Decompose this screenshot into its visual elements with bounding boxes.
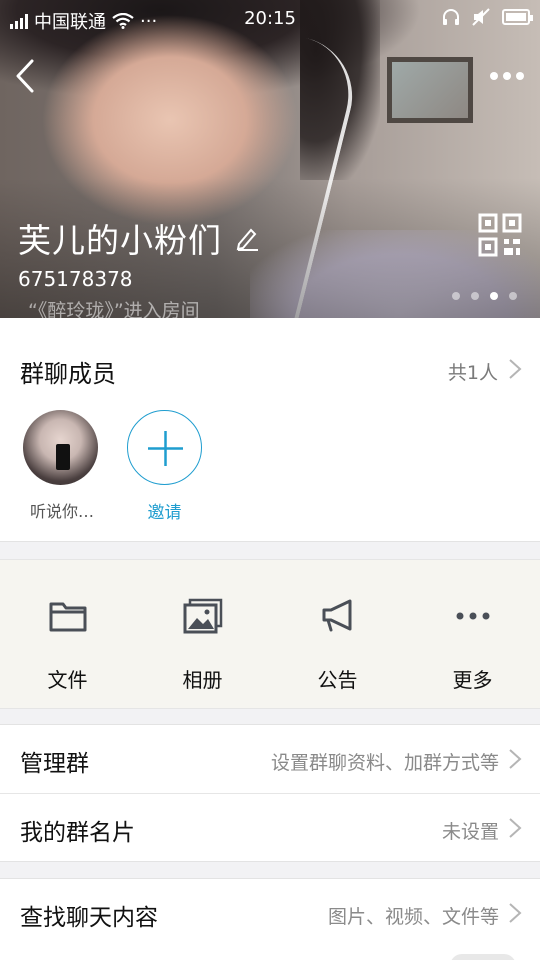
status-right bbox=[442, 8, 533, 26]
back-arrow-icon[interactable] bbox=[12, 58, 42, 94]
feature-label: 相册 bbox=[182, 668, 223, 692]
toggle-switch-partial[interactable] bbox=[450, 954, 516, 960]
chevron-right-icon bbox=[509, 749, 522, 769]
members-count[interactable]: 共1人 bbox=[448, 358, 498, 385]
row-title: 管理群 bbox=[20, 751, 89, 777]
carousel-dot-active bbox=[490, 292, 498, 300]
chevron-right-icon bbox=[509, 903, 522, 923]
invite-button[interactable] bbox=[127, 410, 202, 485]
photo-album-icon bbox=[183, 598, 223, 634]
qr-code-icon[interactable] bbox=[478, 213, 522, 257]
chevron-right-icon[interactable] bbox=[508, 358, 522, 380]
carousel-indicator bbox=[452, 292, 517, 300]
mute-icon bbox=[472, 8, 490, 26]
folder-icon bbox=[49, 602, 87, 632]
plus-icon bbox=[148, 431, 183, 466]
member-avatar[interactable] bbox=[23, 410, 98, 485]
feature-files[interactable]: 文件 bbox=[0, 560, 135, 710]
carousel-dot bbox=[471, 292, 479, 300]
feature-label: 公告 bbox=[317, 668, 358, 692]
invite-label[interactable]: 邀请 bbox=[127, 498, 202, 523]
carousel-dot bbox=[509, 292, 517, 300]
row-title: 我的群名片 bbox=[20, 820, 135, 846]
feature-grid: 文件 相册 公告 更多 bbox=[0, 559, 540, 709]
settings-group-search: 查找聊天内容 图片、视频、文件等 bbox=[0, 878, 540, 948]
manage-group-row[interactable]: 管理群 设置群聊资料、加群方式等 bbox=[0, 725, 540, 793]
chevron-right-icon bbox=[509, 818, 522, 838]
feature-label: 更多 bbox=[452, 668, 493, 692]
megaphone-icon bbox=[322, 599, 352, 632]
edit-pencil-icon[interactable] bbox=[234, 225, 260, 251]
feature-more[interactable]: 更多 bbox=[405, 560, 540, 710]
live-ticker-text: “《醉玲珑》”进入房间 bbox=[28, 300, 200, 318]
group-name: 芙儿的小粉们 bbox=[18, 221, 222, 260]
row-value: 未设置 bbox=[441, 821, 499, 843]
row-value: 设置群聊资料、加群方式等 bbox=[270, 752, 499, 774]
next-row-partial bbox=[0, 946, 540, 960]
more-options-icon[interactable] bbox=[490, 66, 526, 86]
row-title: 查找聊天内容 bbox=[20, 905, 158, 931]
status-bar: 中国联通 ··· 20:15 bbox=[0, 0, 540, 38]
more-dots-icon bbox=[456, 612, 490, 620]
settings-group-manage: 管理群 设置群聊资料、加群方式等 我的群名片 未设置 bbox=[0, 724, 540, 862]
battery-icon bbox=[502, 9, 533, 25]
avatar-phone bbox=[56, 444, 70, 470]
my-group-card-row[interactable]: 我的群名片 未设置 bbox=[0, 793, 540, 861]
carousel-dot bbox=[452, 292, 460, 300]
row-value: 图片、视频、文件等 bbox=[327, 906, 499, 928]
group-members-section: 群聊成员 共1人 听说你… 邀请 bbox=[0, 318, 540, 542]
group-id: 675178378 bbox=[18, 267, 133, 291]
background-picture-frame bbox=[387, 57, 473, 123]
feature-label: 文件 bbox=[47, 668, 88, 692]
feature-announcement[interactable]: 公告 bbox=[270, 560, 405, 710]
search-chat-row[interactable]: 查找聊天内容 图片、视频、文件等 bbox=[0, 879, 540, 947]
feature-album[interactable]: 相册 bbox=[135, 560, 270, 710]
headphones-icon bbox=[443, 9, 459, 25]
member-name: 听说你… bbox=[29, 502, 94, 521]
members-title[interactable]: 群聊成员 bbox=[20, 354, 116, 389]
